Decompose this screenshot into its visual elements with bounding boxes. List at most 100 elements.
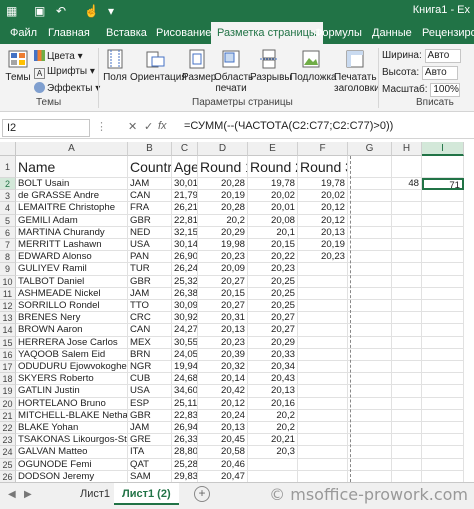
header-cell[interactable]: Round 3 — [298, 156, 348, 178]
data-cell[interactable]: 20,3 — [248, 446, 298, 459]
background-button[interactable]: Подложка — [290, 48, 337, 83]
name-cell[interactable]: YAQOOB Salem Eid — [16, 348, 128, 361]
data-cell[interactable]: 30,01 — [172, 178, 198, 191]
cell[interactable] — [348, 324, 392, 337]
data-cell[interactable]: 30,55 — [172, 336, 198, 349]
cell[interactable] — [422, 336, 464, 349]
fonts-button[interactable]: A Шрифты ▾ — [34, 66, 95, 79]
undo-icon[interactable]: ↶ — [56, 3, 66, 19]
data-cell[interactable]: 21,79 — [172, 190, 198, 203]
cell[interactable] — [392, 214, 422, 227]
data-cell[interactable]: 30,92 — [172, 312, 198, 325]
name-box[interactable]: I2 — [2, 119, 90, 137]
cell[interactable] — [392, 434, 422, 447]
name-cell[interactable]: TSAKONAS Likourgos-Stefanos — [16, 434, 128, 447]
cell[interactable] — [422, 385, 464, 398]
data-cell[interactable]: 19,78 — [298, 178, 348, 191]
data-cell[interactable] — [298, 361, 348, 374]
data-cell[interactable]: 24,68 — [172, 373, 198, 386]
colors-button[interactable]: Цвета ▾ — [34, 50, 83, 62]
row-header[interactable]: 20 — [0, 397, 16, 410]
column-header-e[interactable]: E — [248, 142, 298, 156]
data-cell[interactable]: GRE — [128, 434, 172, 447]
header-cell[interactable]: Round 1 — [198, 156, 248, 178]
cell[interactable] — [348, 422, 392, 435]
data-cell[interactable]: JAM — [128, 422, 172, 435]
data-cell[interactable]: 20,14 — [198, 373, 248, 386]
enter-button[interactable]: ✓ — [144, 120, 153, 133]
data-cell[interactable] — [298, 300, 348, 313]
data-cell[interactable]: 20,23 — [198, 251, 248, 264]
cell[interactable] — [392, 397, 422, 410]
tab-home[interactable]: Главная — [42, 22, 96, 44]
row-header[interactable]: 18 — [0, 373, 16, 386]
row-header[interactable]: 10 — [0, 275, 16, 288]
name-cell[interactable]: GEMILI Adam — [16, 214, 128, 227]
data-cell[interactable]: 20,02 — [248, 190, 298, 203]
tab-formulas[interactable]: Формулы — [308, 22, 368, 44]
scale-input[interactable]: 100% — [430, 83, 461, 97]
height-field[interactable]: Высота: Авто — [382, 66, 458, 80]
prev-sheet-icon[interactable]: ◀ — [8, 489, 16, 500]
data-cell[interactable] — [298, 324, 348, 337]
row-header[interactable]: 6 — [0, 226, 16, 239]
cell[interactable] — [422, 214, 464, 227]
name-cell[interactable]: MITCHELL-BLAKE Nethaneel — [16, 409, 128, 422]
column-header-b[interactable]: B — [128, 142, 172, 156]
cell[interactable] — [348, 361, 392, 374]
data-cell[interactable]: 20,16 — [248, 397, 298, 410]
cell[interactable] — [392, 190, 422, 203]
cell[interactable] — [422, 422, 464, 435]
cell[interactable] — [422, 397, 464, 410]
data-cell[interactable]: TTO — [128, 300, 172, 313]
width-select[interactable]: Авто — [424, 49, 461, 63]
cell[interactable] — [422, 226, 464, 239]
data-cell[interactable]: 20,12 — [298, 202, 348, 215]
data-cell[interactable]: 20,21 — [248, 434, 298, 447]
data-cell[interactable]: 20,29 — [198, 226, 248, 239]
name-cell[interactable]: MERRITT Lashawn — [16, 239, 128, 252]
cell[interactable] — [348, 287, 392, 300]
data-cell[interactable]: 20,32 — [198, 361, 248, 374]
cell[interactable] — [348, 409, 392, 422]
column-header-g[interactable]: G — [348, 142, 392, 156]
size-button[interactable]: Размер — [182, 48, 216, 83]
row-header[interactable]: 15 — [0, 336, 16, 349]
cell[interactable] — [392, 156, 422, 178]
data-cell[interactable]: 24,27 — [172, 324, 198, 337]
cell[interactable] — [348, 178, 392, 191]
data-cell[interactable]: 20,08 — [248, 214, 298, 227]
sheet-tab-list1[interactable]: Лист1 — [72, 483, 118, 505]
cell[interactable] — [348, 251, 392, 264]
cell[interactable] — [348, 263, 392, 276]
cell[interactable] — [422, 275, 464, 288]
data-cell[interactable]: JAM — [128, 178, 172, 191]
cell[interactable] — [422, 434, 464, 447]
tab-insert[interactable]: Вставка — [100, 22, 153, 44]
data-cell[interactable]: BRN — [128, 348, 172, 361]
data-cell[interactable]: ESP — [128, 397, 172, 410]
data-cell[interactable]: 20,2 — [248, 422, 298, 435]
cell[interactable] — [422, 202, 464, 215]
data-cell[interactable]: PAN — [128, 251, 172, 264]
data-cell[interactable] — [298, 422, 348, 435]
data-cell[interactable]: 20,23 — [248, 263, 298, 276]
data-cell[interactable]: 24,05 — [172, 348, 198, 361]
data-cell[interactable]: 20,46 — [198, 458, 248, 471]
cell[interactable] — [348, 458, 392, 471]
data-cell[interactable]: 20,22 — [248, 251, 298, 264]
cell[interactable] — [348, 434, 392, 447]
name-cell[interactable]: HERRERA Jose Carlos — [16, 336, 128, 349]
data-cell[interactable] — [298, 458, 348, 471]
cell[interactable] — [422, 300, 464, 313]
print-titles-button[interactable]: Печатать заголовки — [334, 48, 380, 94]
name-cell[interactable]: DODSON Jeremy — [16, 470, 128, 482]
cell[interactable] — [392, 385, 422, 398]
name-cell[interactable]: BLAKE Yohan — [16, 422, 128, 435]
name-cell[interactable]: BRENES Nery — [16, 312, 128, 325]
data-cell[interactable]: 22,81 — [172, 214, 198, 227]
row-header[interactable]: 1 — [0, 156, 16, 178]
name-cell[interactable]: GULIYEV Ramil — [16, 263, 128, 276]
cell[interactable] — [422, 287, 464, 300]
data-cell[interactable]: 20,13 — [298, 226, 348, 239]
